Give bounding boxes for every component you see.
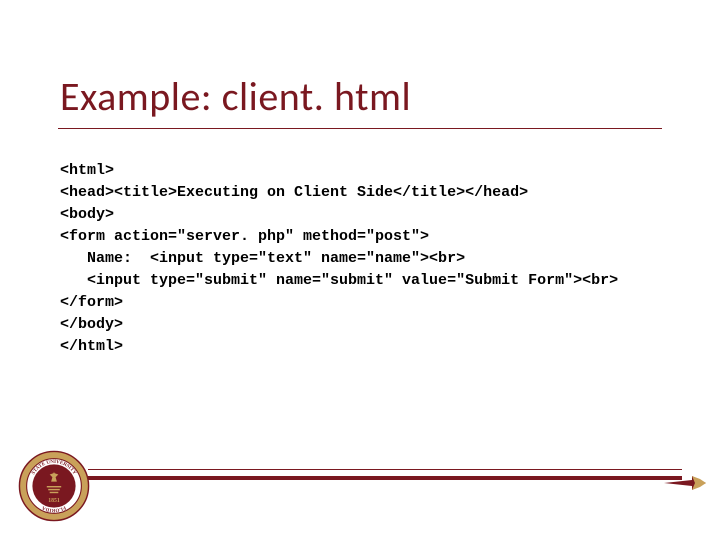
slide-title: Example: client. html (60, 72, 411, 121)
title-underline (58, 128, 662, 129)
spear-icon (662, 468, 706, 498)
university-seal-icon: STATE UNIVERSITY FLORIDA 1851 (18, 450, 90, 522)
code-block: <html> <head><title>Executing on Client … (60, 160, 618, 358)
divider-rule (88, 469, 682, 480)
seal-year: 1851 (48, 498, 60, 504)
